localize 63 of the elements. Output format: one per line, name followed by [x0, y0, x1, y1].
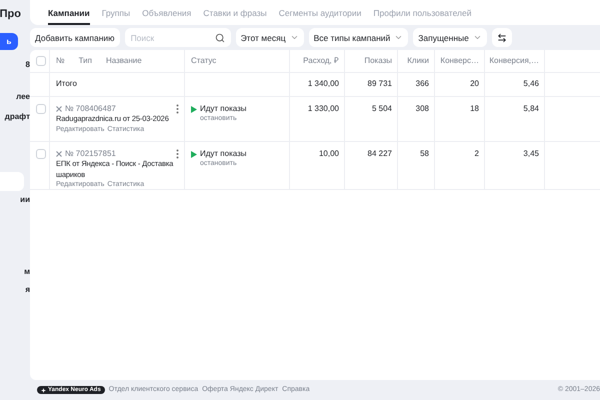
- table-cell: 10,00: [318, 149, 339, 160]
- table-cell: 20: [470, 79, 479, 90]
- play-icon: [191, 150, 197, 158]
- table-cell: 5 504: [372, 104, 392, 114]
- table-cell: 84 227: [368, 149, 392, 160]
- column-header: Клики: [407, 56, 429, 66]
- column-header: Название: [106, 56, 142, 66]
- column-header: Тип: [78, 56, 92, 66]
- column-header: Статус: [191, 56, 216, 66]
- sidebar-item[interactable]: ии: [20, 193, 30, 205]
- table-cell: 5,46: [523, 79, 539, 90]
- sidebar-item[interactable]: м: [24, 265, 30, 277]
- table-cell: 2: [474, 149, 479, 160]
- cross-icon: [56, 106, 62, 112]
- tab[interactable]: Сегменты аудитории: [278, 0, 362, 25]
- table-cell: 5,84: [523, 104, 539, 114]
- table-cell: 366: [416, 79, 429, 90]
- column-header: №: [56, 56, 65, 66]
- table-cell: 89 731: [368, 79, 392, 90]
- create-button[interactable]: ь: [0, 33, 18, 50]
- more-icon[interactable]: [176, 149, 179, 160]
- column-header: Конверсия,…: [489, 56, 539, 66]
- filter-dropdown[interactable]: Все типы кампаний: [308, 28, 408, 47]
- table-cell: 1 340,00: [308, 79, 339, 90]
- settings-button[interactable]: [492, 28, 512, 47]
- chevron-icon: [472, 33, 482, 42]
- campaign-number[interactable]: № 702157851: [65, 149, 116, 160]
- checkbox[interactable]: [36, 56, 46, 66]
- tab[interactable]: Ставки и фразы: [203, 0, 267, 25]
- tab[interactable]: Кампании: [48, 0, 90, 25]
- chevron-icon: [290, 33, 299, 42]
- cross-icon: [56, 151, 62, 158]
- status-text: Идут показы: [200, 104, 247, 114]
- column-header: Расход, ₽: [303, 56, 339, 66]
- checkbox[interactable]: [36, 104, 46, 114]
- table-cell: 18: [470, 104, 479, 114]
- app-title: Про: [0, 8, 21, 22]
- table-cell: 58: [420, 149, 429, 160]
- add-campaign-button[interactable]: Добавить кампанию: [30, 28, 120, 47]
- column-header: Конверс…: [440, 56, 479, 66]
- total-label: Итого: [56, 79, 77, 90]
- sparkle-icon: [41, 388, 46, 392]
- search-icon: [214, 32, 225, 42]
- campaign-number[interactable]: № 708406487: [65, 104, 116, 114]
- sidebar-item[interactable]: я: [25, 283, 30, 295]
- sidebar-item[interactable]: 8: [26, 58, 30, 70]
- column-header: Показы: [364, 56, 392, 66]
- play-icon: [191, 106, 197, 113]
- filter-dropdown[interactable]: Запущенные: [413, 28, 487, 47]
- table-cell: 3,45: [523, 149, 539, 160]
- status-text: Идут показы: [200, 149, 247, 160]
- sidebar-item[interactable]: драфт: [4, 110, 30, 122]
- table-cell: 308: [416, 104, 429, 114]
- tab[interactable]: Группы: [102, 0, 130, 25]
- swap-icon: [496, 32, 507, 42]
- table-cell: 1 330,00: [308, 104, 339, 114]
- tab[interactable]: Объявления: [142, 0, 192, 25]
- sidebar-item[interactable]: лее: [16, 90, 30, 102]
- more-icon[interactable]: [176, 104, 179, 114]
- filter-dropdown[interactable]: Этот месяц: [236, 28, 304, 47]
- chevron-icon: [394, 33, 404, 42]
- tab[interactable]: Профили пользователей: [373, 0, 472, 25]
- checkbox[interactable]: [36, 149, 46, 159]
